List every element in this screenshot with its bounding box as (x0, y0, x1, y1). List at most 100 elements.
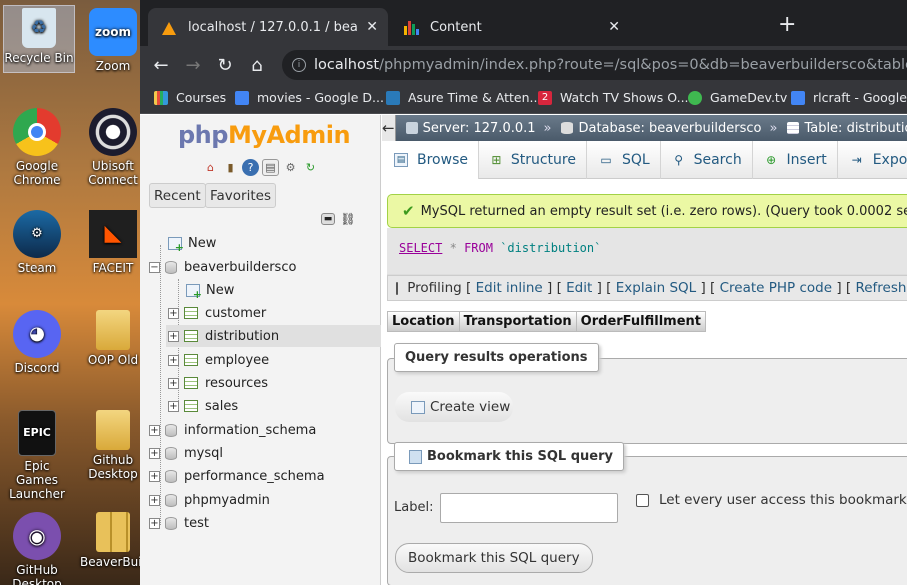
expand-icon[interactable]: + (149, 470, 160, 482)
desktop-icon-faceit[interactable]: ◣ FACEIT (80, 210, 140, 275)
tab-search[interactable]: ⚲ Search (661, 141, 753, 179)
collapse-all-icon[interactable]: ▬ (321, 213, 335, 225)
breadcrumb-table[interactable]: Table: distribution (787, 121, 907, 136)
desktop-icon-beaverbuild[interactable]: BeaverBuild (80, 512, 140, 569)
tree-table-customer[interactable]: + customer (168, 302, 266, 324)
tab-content[interactable]: Content ✕ (390, 8, 630, 46)
bookmark-asure[interactable]: Asure Time & Atten... (386, 90, 541, 105)
link-with-main-icon[interactable]: ⛓ (340, 212, 355, 226)
tree-new-table[interactable]: New (186, 279, 234, 301)
collapse-icon[interactable]: − (149, 261, 160, 273)
query-window-icon[interactable]: ? (242, 159, 259, 176)
column-header-location[interactable]: Location (387, 311, 460, 332)
expand-icon[interactable]: + (168, 307, 179, 319)
reload-icon[interactable]: ↻ (212, 52, 238, 78)
courses-icon (154, 90, 168, 105)
desktop-icon-steam[interactable]: ⚙ Steam (4, 210, 70, 275)
tree-db-test[interactable]: + test (149, 512, 209, 534)
desktop-icon-chrome[interactable]: Google Chrome (4, 108, 70, 187)
breadcrumb-server[interactable]: Server: 127.0.0.1 (405, 121, 536, 136)
link-create-php-code[interactable]: Create PHP code (720, 280, 832, 296)
forward-arrow-icon[interactable]: → (180, 52, 206, 78)
tab-recent[interactable]: Recent (149, 183, 206, 208)
desktop-icon-oop-old[interactable]: OOP Old (80, 310, 140, 367)
new-table-icon (186, 283, 202, 301)
collapse-nav-arrow-icon[interactable]: ← (382, 115, 396, 141)
google-docs-icon (235, 90, 249, 105)
desktop-icon-github-desktop[interactable]: ◉ GitHub Desktop (4, 512, 70, 585)
bookmark-watch-tv[interactable]: 2 Watch TV Shows O... (538, 90, 689, 105)
expand-icon[interactable]: + (149, 517, 160, 529)
close-tab-icon[interactable]: ✕ (366, 19, 378, 35)
tree-table-sales[interactable]: + sales (168, 395, 238, 417)
column-header-transportation[interactable]: Transportation (459, 311, 577, 332)
expand-icon[interactable]: + (168, 400, 179, 412)
back-arrow-icon[interactable]: ← (148, 52, 174, 78)
expand-icon[interactable]: + (149, 494, 160, 506)
documentation-icon[interactable]: ▤ (262, 159, 279, 176)
browse-icon: ▤ (394, 153, 408, 167)
phpmyadmin-logo[interactable]: phpMyAdmin (178, 121, 351, 149)
link-edit[interactable]: Edit (566, 280, 592, 296)
sql-keyword-select[interactable]: SELECT (399, 241, 442, 255)
bookmark-courses[interactable]: Courses (154, 90, 226, 105)
tree-db-beaverbuildersco[interactable]: − beaverbuildersco (149, 256, 296, 278)
tab-structure[interactable]: ⊞ Structure (479, 141, 587, 179)
link-explain-sql[interactable]: Explain SQL (616, 280, 696, 296)
tree-table-employee[interactable]: + employee (168, 349, 269, 371)
sql-icon: ▭ (600, 153, 612, 167)
bookmark-submit-button[interactable]: Bookmark this SQL query (395, 543, 593, 573)
expand-icon[interactable]: + (149, 447, 160, 459)
expand-icon[interactable]: + (149, 424, 160, 436)
sql-star: * (449, 241, 457, 255)
exit-icon[interactable]: ▮ (222, 159, 239, 176)
create-view-button[interactable]: Create view (395, 392, 513, 422)
home-icon[interactable]: ⌂ (244, 52, 270, 78)
tab-sql[interactable]: ▭ SQL (587, 141, 661, 179)
share-bookmark-checkbox[interactable] (636, 494, 649, 507)
tree-db-performance-schema[interactable]: + performance_schema (149, 465, 325, 487)
database-icon (561, 122, 574, 134)
address-bar[interactable]: i localhost/phpmyadmin/index.php?route=/… (282, 50, 907, 80)
desktop-icon-epic-games[interactable]: EPIC Epic Games Launcher (4, 410, 70, 501)
tree-table-distribution[interactable]: + distribution (166, 325, 381, 347)
column-header-orderfulfillment[interactable]: OrderFulfillment (576, 311, 706, 332)
breadcrumb-database[interactable]: Database: beaverbuildersco (561, 121, 761, 136)
site-info-icon[interactable]: i (292, 58, 306, 72)
tree-db-phpmyadmin[interactable]: + phpmyadmin (149, 489, 270, 511)
desktop-icon-zoom[interactable]: zoom Zoom (80, 8, 140, 73)
database-icon (165, 469, 177, 483)
tab-browse[interactable]: ▤ Browse (382, 141, 479, 179)
bookmark-rlcraft[interactable]: rlcraft - Google D... (791, 90, 907, 105)
tab-phpmyadmin[interactable]: localhost / 127.0.0.1 / beaverbui ✕ (148, 8, 388, 46)
close-tab-icon[interactable]: ✕ (608, 19, 620, 35)
tab-favorites[interactable]: Favorites (205, 183, 276, 208)
tab-insert[interactable]: ⊕ Insert (753, 141, 838, 179)
link-edit-inline[interactable]: Edit inline (476, 280, 543, 296)
zoom-icon: zoom (89, 8, 137, 56)
bar-chart-favicon-icon (404, 19, 420, 35)
expand-icon[interactable]: + (168, 377, 179, 389)
profiling-checkbox[interactable] (396, 281, 399, 295)
expand-icon[interactable]: + (168, 354, 179, 366)
settings-gear-icon[interactable]: ⚙ (282, 159, 299, 176)
table-icon (787, 122, 800, 134)
new-tab-button[interactable]: + (778, 12, 796, 37)
expand-icon[interactable]: + (168, 330, 179, 342)
tree-db-information-schema[interactable]: + information_schema (149, 419, 316, 441)
desktop-icon-recycle-bin[interactable]: ♻ Recycle Bin (3, 5, 75, 73)
home-icon[interactable]: ⌂ (202, 159, 219, 176)
bookmark-gamedev[interactable]: GameDev.tv (688, 90, 787, 105)
tab-export[interactable]: ⇥ Expo (838, 141, 907, 179)
tree-db-mysql[interactable]: + mysql (149, 442, 223, 464)
desktop-icon-ubisoft[interactable]: Ubisoft Connect (80, 108, 140, 187)
bookmark-label-input[interactable] (440, 493, 618, 523)
database-icon (165, 516, 177, 530)
reload-nav-icon[interactable]: ↻ (302, 159, 319, 176)
tree-new-database[interactable]: New (168, 232, 216, 254)
desktop-icon-discord[interactable]: ◕ Discord (4, 310, 70, 375)
desktop-icon-github-desktop-folder[interactable]: Github Desktop (80, 410, 140, 481)
tree-table-resources[interactable]: + resources (168, 372, 268, 394)
link-refresh[interactable]: Refresh (855, 280, 906, 296)
bookmark-movies[interactable]: movies - Google D... (235, 90, 384, 105)
